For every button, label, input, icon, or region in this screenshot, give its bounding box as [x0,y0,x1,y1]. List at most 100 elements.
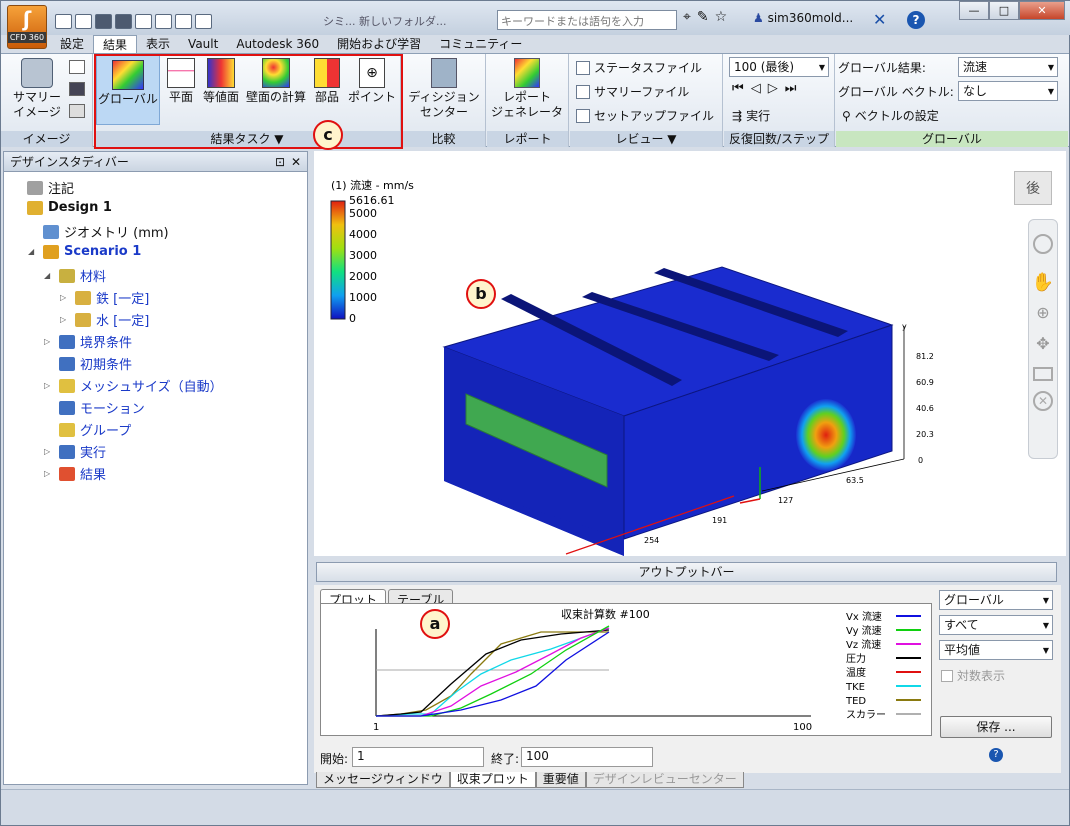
last-step-icon[interactable]: ⏭ [785,81,804,96]
log-scale-checkbox[interactable]: 対数表示 [941,667,1005,684]
tree-item[interactable]: ジオメトリ (mm) [28,222,169,241]
expand-icon[interactable]: ▷ [60,293,70,302]
tree-node-icon [59,400,75,415]
open-folder-icon[interactable] [75,13,92,29]
cube-view-icon[interactable] [155,13,172,29]
pan-icon[interactable]: ✋ [1029,272,1057,293]
save-icon[interactable] [95,13,112,29]
fit-view-icon[interactable] [175,13,192,29]
expand-icon[interactable]: ◢ [44,271,54,280]
tab-critical-values[interactable]: 重要値 [535,772,586,788]
tab-learning[interactable]: 開始および学習 [328,35,430,53]
tree-item[interactable]: 注記 [12,178,74,197]
tab-convergence-plot[interactable]: 収束プロット [449,772,536,788]
run-button[interactable]: ⇶ 実行 [732,107,770,124]
tab-design-review-center[interactable]: デザインレビューセンター [585,772,744,788]
expand-icon[interactable]: ◢ [28,247,38,256]
output-filter-select[interactable]: すべて [939,615,1053,635]
tab-view[interactable]: 表示 [137,35,179,53]
search-input[interactable]: キーワードまたは語句を入力 [497,10,677,30]
tree-item[interactable]: ▷ 境界条件 [44,332,132,351]
tab-message-window[interactable]: メッセージウィンドウ [316,772,450,788]
select-icon[interactable] [135,13,152,29]
output-help-icon[interactable]: ? [989,748,1003,762]
binoculars-icon[interactable]: ⌖ [683,9,691,25]
global-result-select[interactable]: 流速 [958,57,1058,77]
image-tool-icon-2[interactable] [69,82,85,96]
next-step-icon[interactable]: ▷ [768,81,785,96]
decision-center-button[interactable]: ディシジョン センター [406,58,482,120]
start-input[interactable]: 1 [352,747,484,767]
tree-item[interactable]: ◢ Scenario 1 [28,244,141,259]
expand-icon[interactable]: ▷ [44,469,54,478]
tab-autodesk360[interactable]: Autodesk 360 [227,35,328,53]
x-icon[interactable]: ✕ [873,10,886,29]
stop-icon[interactable]: ✕ [1033,391,1053,411]
new-file-icon[interactable] [55,13,72,29]
tree-item[interactable]: ▷ 実行 [44,442,106,461]
tree-item[interactable]: ▷ 結果 [44,464,106,483]
end-input[interactable]: 100 [521,747,653,767]
expand-icon[interactable]: ▷ [44,337,54,346]
decision-label-1: ディシジョン [408,90,480,104]
tree-node-icon [59,378,75,393]
help-icon[interactable]: ? [907,11,925,29]
first-step-icon[interactable]: ⏮ [732,81,751,96]
tree-item[interactable]: ◢ 材料 [44,266,106,285]
tree-item[interactable]: ▷ 水 [一定] [60,310,149,329]
expand-icon[interactable]: ▷ [44,381,54,390]
panel-close-icon[interactable]: ✕ [291,152,301,172]
global-vector-select[interactable]: なし [958,81,1058,101]
minimize-button[interactable]: — [959,1,989,20]
tree-node-icon [75,312,91,327]
app-menu-button[interactable]: ʃ CFD 360 [7,5,47,49]
tree-item[interactable]: モーション [44,398,145,417]
tree-item[interactable]: グループ [44,420,131,439]
vector-settings-icon: ⚲ [842,108,851,123]
user-account[interactable]: ♟ sim360mold... [753,11,853,25]
tree-item[interactable]: ▷ メッシュサイズ（自動） [44,376,223,395]
look-icon[interactable] [1033,367,1053,381]
tree-item[interactable]: ▷ 鉄 [一定] [60,288,149,307]
grid-icon[interactable] [195,13,212,29]
vector-settings-button[interactable]: ⚲ ベクトルの設定 [842,107,939,124]
summary-file-button[interactable]: サマリーファイル [576,83,689,100]
summary-image-button[interactable]: サマリー イメージ [7,58,67,120]
tab-settings[interactable]: 設定 [51,35,93,53]
group-label-review[interactable]: レビュー ▼ [570,131,722,147]
zoom-icon[interactable]: ⊕ [1029,303,1057,322]
maximize-button[interactable]: □ [989,1,1019,20]
tree-item[interactable]: Design 1 [12,200,112,215]
graphics-viewport[interactable]: (1) 流速 - mm/s 5616.61 5000 4000 3000 200… [314,151,1066,556]
star-icon[interactable]: ☆ [715,9,728,25]
tab-community[interactable]: コミュニティー [430,35,531,53]
output-stat-select[interactable]: 平均値 [939,640,1053,660]
image-tool-icon-1[interactable] [69,60,85,74]
prev-step-icon[interactable]: ◁ [751,81,768,96]
report-generator-button[interactable]: レポート ジェネレータ [489,58,565,120]
save-button[interactable]: 保存 ... [940,716,1052,738]
wrench-icon[interactable]: ✎ [697,9,709,25]
group-review: ステータスファイル サマリーファイル セットアップファイル レビュー ▼ [570,54,723,147]
tree-item[interactable]: 初期条件 [44,354,132,373]
tree-item-label: 注記 [48,182,75,197]
save-all-icon[interactable] [115,13,132,29]
expand-icon[interactable]: ▷ [44,447,54,456]
setup-file-button[interactable]: セットアップファイル [576,107,714,124]
tab-vault[interactable]: Vault [179,35,227,53]
output-scope-select[interactable]: グローバル [939,590,1053,610]
view-cube[interactable]: 後 [1014,171,1052,205]
close-button[interactable]: ✕ [1019,1,1065,20]
image-tool-icon-3[interactable] [69,104,85,118]
tree-item-label: 結果 [80,468,107,483]
status-file-button[interactable]: ステータスファイル [576,59,702,76]
orbit-icon[interactable]: ✥ [1029,334,1057,353]
legend-entry-label: Vz 流速 [846,638,881,651]
legend-tick: 4000 [349,228,377,241]
pin-icon[interactable]: ⊡ [275,152,285,172]
tree-node-icon [59,466,75,481]
tab-results[interactable]: 結果 [93,35,138,53]
expand-icon[interactable]: ▷ [60,315,70,324]
iteration-select[interactable]: 100 (最後) [729,57,829,77]
steering-wheel-icon[interactable] [1033,234,1053,254]
